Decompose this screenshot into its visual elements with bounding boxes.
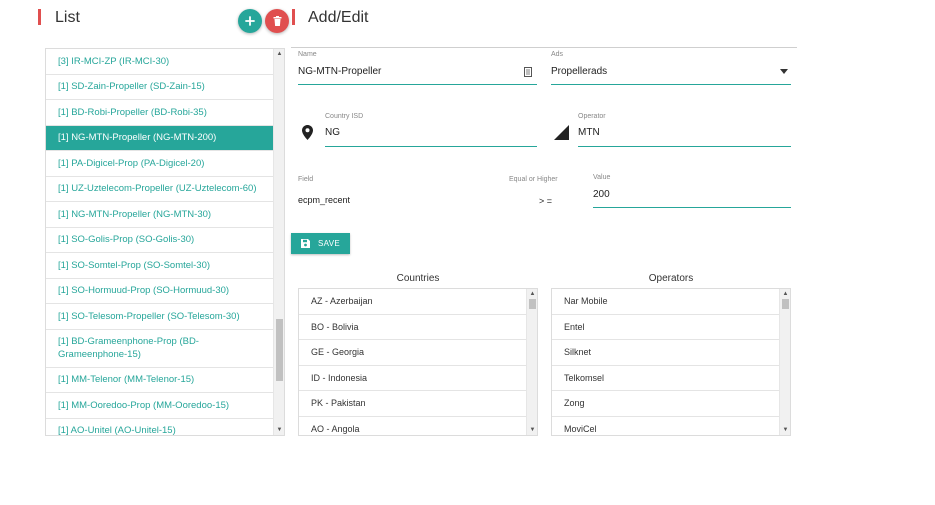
list-item[interactable]: [1] SO-Telesom-Propeller (SO-Telesom-30) [46, 304, 275, 330]
list-item[interactable]: [1] NG-MTN-Propeller (NG-MTN-200) [46, 125, 275, 151]
list-item[interactable]: [1] SO-Somtel-Prop (SO-Somtel-30) [46, 253, 275, 279]
countries-title: Countries [396, 273, 440, 284]
list-title: List [55, 9, 80, 26]
add-button[interactable] [238, 9, 262, 33]
operators-scrollbar[interactable]: ▲ ▼ [779, 289, 790, 435]
name-input[interactable]: NG-MTN-Propeller [298, 66, 381, 77]
scroll-up-icon[interactable]: ▲ [780, 289, 790, 299]
trash-icon [273, 16, 281, 26]
edit-section-accent [292, 9, 295, 25]
list-item[interactable]: [1] PA-Digicel-Prop (PA-Digicel-20) [46, 151, 275, 177]
list-item[interactable]: [1] SO-Golis-Prop (SO-Golis-30) [46, 228, 275, 253]
scroll-up-icon[interactable]: ▲ [274, 49, 284, 59]
equal-label: Equal or Higher [509, 176, 558, 183]
scroll-down-icon[interactable]: ▼ [780, 425, 790, 435]
country-isd-input[interactable]: NG [325, 127, 340, 138]
operators-rows: Nar Mobile Entel Silknet Telkomsel Zong MoviC… [552, 289, 781, 436]
list-item[interactable]: [1] AO-Unitel (AO-Unitel-15) [46, 419, 275, 435]
operator-input[interactable]: MTN [578, 127, 600, 138]
form-divider [291, 47, 797, 48]
chevron-down-icon[interactable] [779, 67, 789, 75]
operators-row[interactable]: Entel [552, 315, 781, 340]
countries-row[interactable]: AO - Angola [299, 417, 528, 436]
operator-label: Operator [578, 113, 606, 120]
operators-row[interactable]: Zong [552, 391, 781, 417]
operators-table[interactable]: Nar Mobile Entel Silknet Telkomsel Zong MoviC… [551, 288, 791, 436]
record-list[interactable]: [3] IR-MCI-ZP (IR-MCI-30) [1] SD-Zain-Pro… [45, 48, 285, 436]
list-item[interactable]: [1] BD-Robi-Propeller (BD-Robi-35) [46, 100, 275, 126]
list-item[interactable]: [1] BD-Grameenphone-Prop (BD-Grameenphon… [46, 330, 275, 368]
location-pin-icon [301, 124, 313, 140]
countries-row[interactable]: BO - Bolivia [299, 315, 528, 340]
scroll-up-icon[interactable]: ▲ [527, 289, 537, 299]
list-item[interactable]: [1] SD-Zain-Propeller (SD-Zain-15) [46, 75, 275, 100]
operator-underline [578, 146, 791, 147]
note-icon [523, 66, 533, 78]
list-section-accent [38, 9, 41, 25]
scroll-down-icon[interactable]: ▼ [274, 425, 284, 435]
operators-row[interactable]: Nar Mobile [552, 289, 781, 315]
list-item[interactable]: [1] MM-Telenor (MM-Telenor-15) [46, 368, 275, 393]
countries-table[interactable]: AZ - Azerbaijan BO - Bolivia GE - Georgia I… [298, 288, 538, 436]
edit-title: Add/Edit [308, 9, 369, 26]
plus-icon [245, 16, 255, 26]
save-button[interactable]: SAVE [291, 233, 350, 254]
country-isd-label: Country ISD [325, 113, 364, 120]
delete-button[interactable] [265, 9, 289, 33]
list-item[interactable]: [1] SO-Hormuud-Prop (SO-Hormuud-30) [46, 279, 275, 304]
operators-row[interactable]: Telkomsel [552, 366, 781, 391]
value-label: Value [593, 174, 611, 181]
field-value: ecpm_recent [298, 195, 351, 205]
operators-row[interactable]: Silknet [552, 340, 781, 366]
country-isd-underline [325, 146, 537, 147]
save-label: SAVE [318, 239, 340, 248]
countries-row[interactable]: AZ - Azerbaijan [299, 289, 528, 315]
list-item[interactable]: [3] IR-MCI-ZP (IR-MCI-30) [46, 49, 275, 75]
countries-row[interactable]: ID - Indonesia [299, 366, 528, 391]
field-label: Field [298, 176, 314, 183]
operators-title: Operators [648, 273, 694, 284]
floppy-disk-icon [301, 239, 311, 248]
list-item[interactable]: [1] MM-Ooredoo-Prop (MM-Ooredoo-15) [46, 393, 275, 419]
operators-row[interactable]: MoviCel [552, 417, 781, 436]
equal-value: > = [539, 196, 553, 206]
page: List Add/Edit [3] IR-MCI-ZP (IR-MCI-30)[… [0, 0, 935, 505]
record-list-items: [3] IR-MCI-ZP (IR-MCI-30) [1] SD-Zain-Pro… [46, 49, 275, 435]
ads-underline [551, 84, 791, 85]
countries-row[interactable]: GE - Georgia [299, 340, 528, 366]
list-item[interactable]: [1] UZ-Uztelecom-Propeller (UZ-Uztelecom… [46, 177, 275, 202]
value-underline [593, 207, 791, 208]
ads-select[interactable]: Propellerads [551, 66, 607, 77]
list-scrollbar[interactable]: ▲ ▼ [273, 49, 284, 435]
ads-label: Ads [551, 51, 564, 58]
name-underline [298, 84, 537, 85]
countries-scrollbar[interactable]: ▲ ▼ [526, 289, 537, 435]
list-item[interactable]: [1] NG-MTN-Propeller (NG-MTN-30) [46, 202, 275, 228]
operators-scroll-thumb[interactable] [782, 299, 789, 309]
name-label: Name [298, 51, 317, 58]
countries-rows: AZ - Azerbaijan BO - Bolivia GE - Georgia I… [299, 289, 528, 436]
list-scroll-thumb[interactable] [276, 319, 283, 381]
signal-icon [553, 124, 569, 140]
countries-row[interactable]: PK - Pakistan [299, 391, 528, 417]
countries-scroll-thumb[interactable] [529, 299, 536, 309]
scroll-down-icon[interactable]: ▼ [527, 425, 537, 435]
value-input[interactable]: 200 [593, 189, 610, 200]
